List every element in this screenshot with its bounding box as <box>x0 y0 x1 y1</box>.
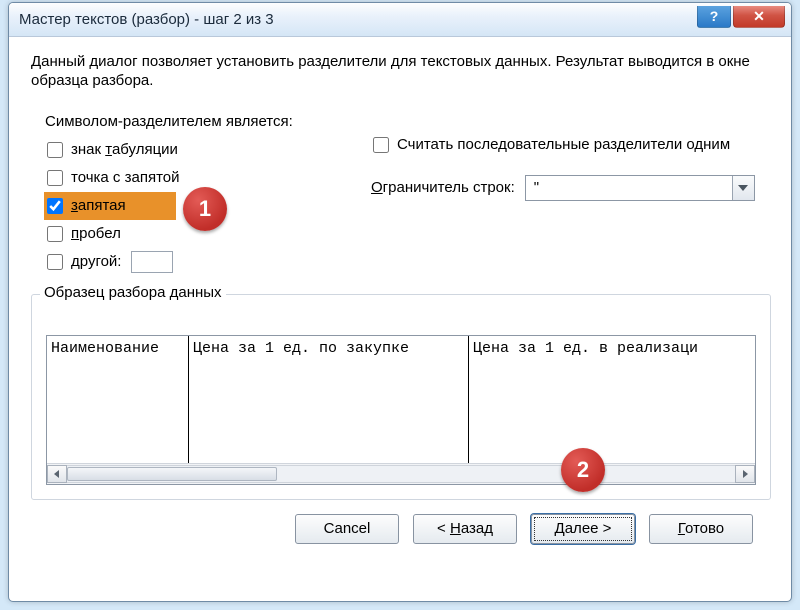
delimiter-comma-row: запятая <box>45 192 307 220</box>
next-button[interactable]: Далее > <box>531 514 635 544</box>
delimiter-space-checkbox[interactable] <box>47 226 63 242</box>
delimiter-other-label: другой: <box>71 253 121 270</box>
help-button[interactable]: ? <box>697 6 731 28</box>
delimiters-group: Символом-разделителем является: знак таб… <box>31 113 321 286</box>
preview-pane: Наименование Цена за 1 ед. по закупке Це… <box>46 335 756 485</box>
chevron-right-icon <box>741 470 749 478</box>
finish-button[interactable]: Готово <box>649 514 753 544</box>
delimiter-other-row: другой: <box>45 248 307 276</box>
back-button[interactable]: < Назад <box>413 514 517 544</box>
delimiter-tab-checkbox[interactable] <box>47 142 63 158</box>
window-title: Мастер текстов (разбор) - шаг 2 из 3 <box>19 11 695 28</box>
treat-consecutive-label: Считать последовательные разделители одн… <box>397 136 730 153</box>
intro-text: Данный диалог позволяет установить разде… <box>31 53 771 91</box>
preview-hscrollbar[interactable] <box>47 464 755 484</box>
delimiters-area: Символом-разделителем является: знак таб… <box>31 103 771 286</box>
preview-table: Наименование Цена за 1 ед. по закупке Це… <box>47 336 755 464</box>
scroll-track[interactable] <box>67 465 735 483</box>
delimiter-other-checkbox[interactable] <box>47 254 63 270</box>
delimiter-tab-row: знак табуляции <box>45 136 307 164</box>
back-button-label: < Назад <box>437 520 493 537</box>
scroll-right-button[interactable] <box>735 465 755 483</box>
close-icon: ✕ <box>753 8 765 25</box>
callout-1: 1 <box>183 187 227 231</box>
preview-col-3: Цена за 1 ед. в реализаци <box>469 336 755 463</box>
delimiter-comma-label: запятая <box>71 197 126 214</box>
chevron-down-icon <box>732 176 754 200</box>
dialog-window: Мастер текстов (разбор) - шаг 2 из 3 ? ✕… <box>8 2 792 602</box>
treat-consecutive-checkbox[interactable] <box>373 137 389 153</box>
scroll-thumb[interactable] <box>67 467 277 481</box>
text-qualifier-select[interactable]: " <box>525 175 755 201</box>
delimiter-semicolon-label: точка с запятой <box>71 169 180 186</box>
treat-consecutive-row: Считать последовательные разделители одн… <box>371 131 771 159</box>
callout-1-label: 1 <box>199 196 211 222</box>
delimiter-other-input[interactable] <box>131 251 173 273</box>
delimiter-comma-checkbox[interactable] <box>47 198 63 214</box>
cancel-button-label: Cancel <box>324 520 371 537</box>
button-row: Cancel < Назад Далее > 2 Готово <box>31 500 771 560</box>
scroll-left-button[interactable] <box>47 465 67 483</box>
delimiter-options-col: Считать последовательные разделители одн… <box>371 103 771 286</box>
finish-button-label: Готово <box>678 520 724 537</box>
chevron-left-icon <box>53 470 61 478</box>
titlebar: Мастер текстов (разбор) - шаг 2 из 3 ? ✕ <box>9 3 791 37</box>
delimiter-tab-label: знак табуляции <box>71 141 178 158</box>
callout-2: 2 <box>561 448 605 492</box>
delimiter-space-row: пробел <box>45 220 307 248</box>
delimiter-semicolon-checkbox[interactable] <box>47 170 63 186</box>
callout-2-label: 2 <box>577 457 589 483</box>
dialog-body: Данный диалог позволяет установить разде… <box>9 37 791 601</box>
text-qualifier-row: Ограничитель строк: " <box>371 175 771 201</box>
cancel-button[interactable]: Cancel <box>295 514 399 544</box>
preview-group: Образец разбора данных Наименование Цена… <box>31 294 771 500</box>
close-button[interactable]: ✕ <box>733 6 785 28</box>
preview-col-2: Цена за 1 ед. по закупке <box>189 336 469 463</box>
text-qualifier-value: " <box>534 179 539 196</box>
preview-col-1: Наименование <box>47 336 189 463</box>
next-button-label: Далее > <box>555 520 612 537</box>
delimiters-legend: Символом-разделителем является: <box>45 113 307 136</box>
delimiter-space-label: пробел <box>71 225 121 242</box>
text-qualifier-label: Ограничитель строк: <box>371 179 515 196</box>
preview-legend: Образец разбора данных <box>40 284 226 301</box>
delimiter-semicolon-row: точка с запятой <box>45 164 307 192</box>
